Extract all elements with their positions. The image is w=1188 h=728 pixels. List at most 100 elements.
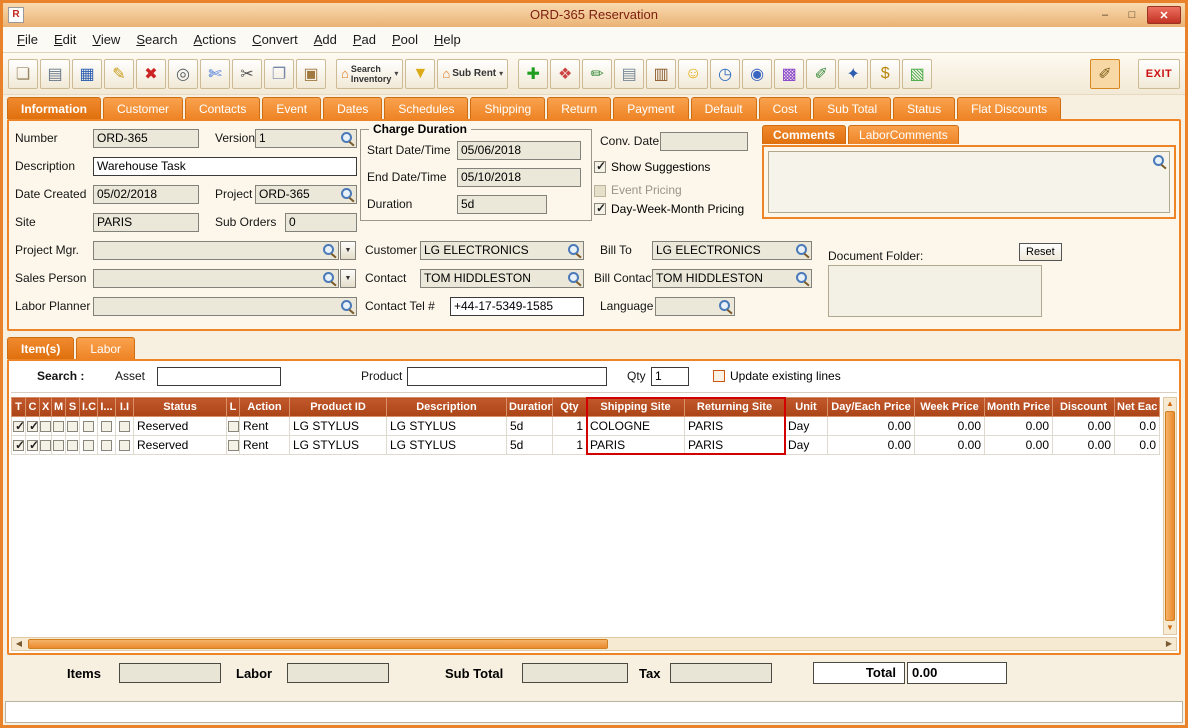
add-item-button[interactable]: ✚ [518,58,549,89]
column-header[interactable]: Status [133,397,227,417]
minimize-button[interactable]: – [1093,6,1117,24]
tab-event[interactable]: Event [262,97,322,119]
project-mgr-field[interactable] [93,241,339,260]
vertical-scrollbar[interactable]: ▲ ▼ [1163,397,1177,635]
conv-date-field[interactable] [660,132,748,151]
discount-cell[interactable]: 0.00 [1052,435,1115,455]
flag-checkbox[interactable] [27,438,39,452]
column-header[interactable]: C [25,397,40,417]
project-field[interactable]: ORD-365 [255,185,357,204]
reset-button[interactable]: Reset [1019,243,1062,261]
month-price-cell[interactable]: 0.00 [984,416,1053,436]
day-each-price-cell[interactable]: 0.00 [827,416,915,436]
action-cell[interactable]: Rent [239,435,290,455]
status-cell[interactable]: Reserved [133,435,227,455]
group-button[interactable]: ❖ [550,58,581,89]
flag-cell[interactable] [97,435,116,455]
action-cell[interactable]: Rent [239,416,290,436]
tab-schedules[interactable]: Schedules [384,97,469,119]
site-field[interactable]: PARIS [93,213,199,232]
sub-orders-field[interactable]: 0 [285,213,357,232]
column-header[interactable]: M [51,397,66,417]
delete-button[interactable]: ✖ [136,58,166,89]
version-field[interactable]: 1 [255,129,357,148]
flag-cell[interactable] [65,435,80,455]
find-button[interactable]: ◎ [168,58,198,89]
tab-comments[interactable]: Comments [762,125,847,144]
flag-checkbox[interactable] [67,421,78,433]
maximize-button[interactable]: □ [1120,6,1144,24]
menu-add[interactable]: Add [306,29,345,50]
column-header[interactable]: L [226,397,240,417]
description-cell[interactable]: LG STYLUS [386,435,507,455]
show-suggestions-checkbox[interactable] [594,159,606,173]
table-row[interactable]: Reserved Rent LG STYLUS LG STYLUS 5d 1 C… [11,416,1160,436]
column-header[interactable]: Action [239,397,290,417]
scroll-left-icon[interactable]: ◀ [12,638,26,650]
language-field[interactable] [655,297,735,316]
description-cell[interactable]: LG STYLUS [386,416,507,436]
net-each-cell[interactable]: 0.0 [1114,416,1160,436]
pen-tool-button[interactable]: ✐ [1090,58,1120,89]
week-price-cell[interactable]: 0.00 [914,435,985,455]
report-button[interactable]: ▥ [646,58,677,89]
flag-cell[interactable] [51,435,66,455]
flag-cell[interactable] [25,416,40,436]
print-batch-button[interactable]: ▤ [614,58,645,89]
number-field[interactable]: ORD-365 [93,129,199,148]
column-header[interactable]: I.C [79,397,98,417]
duration-field[interactable]: 5d [457,195,547,214]
menu-search[interactable]: Search [128,29,185,50]
tab-labor-comments[interactable]: LaborComments [848,125,959,144]
qty-cell[interactable]: 1 [552,435,587,455]
tab-shipping[interactable]: Shipping [470,97,546,119]
clock-button[interactable]: ◷ [710,58,741,89]
search-icon[interactable] [1152,154,1167,169]
flag-checkbox[interactable] [40,421,51,433]
flag-checkbox[interactable] [101,440,112,452]
flag-checkbox[interactable] [40,440,51,452]
duration-cell[interactable]: 5d [506,416,553,436]
flag-cell[interactable] [39,435,52,455]
search-icon[interactable] [567,271,582,286]
column-header[interactable]: Week Price [914,397,985,417]
search-icon[interactable] [567,243,582,258]
product-id-cell[interactable]: LG STYLUS [289,435,387,455]
bill-contact-field[interactable]: TOM HIDDLESTON [652,269,812,288]
menu-pool[interactable]: Pool [384,29,426,50]
qty-cell[interactable]: 1 [552,416,587,436]
week-price-cell[interactable]: 0.00 [914,416,985,436]
flag-cell[interactable] [25,435,40,455]
edit-button[interactable]: ✎ [104,58,134,89]
column-header[interactable]: Net Eac [1114,397,1160,417]
flag-cell[interactable] [79,435,98,455]
product-id-cell[interactable]: LG STYLUS [289,416,387,436]
column-header[interactable]: Qty [552,397,587,417]
scroll-up-icon[interactable]: ▲ [1164,398,1176,410]
flag-checkbox[interactable] [119,440,130,452]
column-header[interactable]: Shipping Site [586,397,685,417]
update-existing-lines-checkbox[interactable] [713,370,725,382]
column-header[interactable]: Discount [1052,397,1115,417]
column-header[interactable]: Unit [784,397,828,417]
date-created-field[interactable]: 05/02/2018 [93,185,199,204]
flag-checkbox[interactable] [13,438,25,452]
money-button[interactable]: $ [870,58,901,89]
description-field[interactable]: Warehouse Task [93,157,357,176]
menu-help[interactable]: Help [426,29,469,50]
customer-field[interactable]: LG ELECTRONICS [420,241,584,260]
l-checkbox[interactable] [227,440,239,452]
menu-convert[interactable]: Convert [244,29,306,50]
labor-planner-field[interactable] [93,297,357,316]
tab-payment[interactable]: Payment [613,97,689,119]
tab-contacts[interactable]: Contacts [185,97,261,119]
day-each-price-cell[interactable]: 0.00 [827,435,915,455]
returning-site-cell[interactable]: PARIS [684,435,785,455]
search-icon[interactable] [718,299,733,314]
edit-note-button[interactable]: ✏ [582,58,613,89]
comments-textarea[interactable] [768,151,1170,213]
search-icon[interactable] [795,243,810,258]
tab-dates[interactable]: Dates [323,97,383,119]
search-icon[interactable] [795,271,810,286]
horizontal-scrollbar[interactable]: ◀ ▶ [11,637,1177,651]
